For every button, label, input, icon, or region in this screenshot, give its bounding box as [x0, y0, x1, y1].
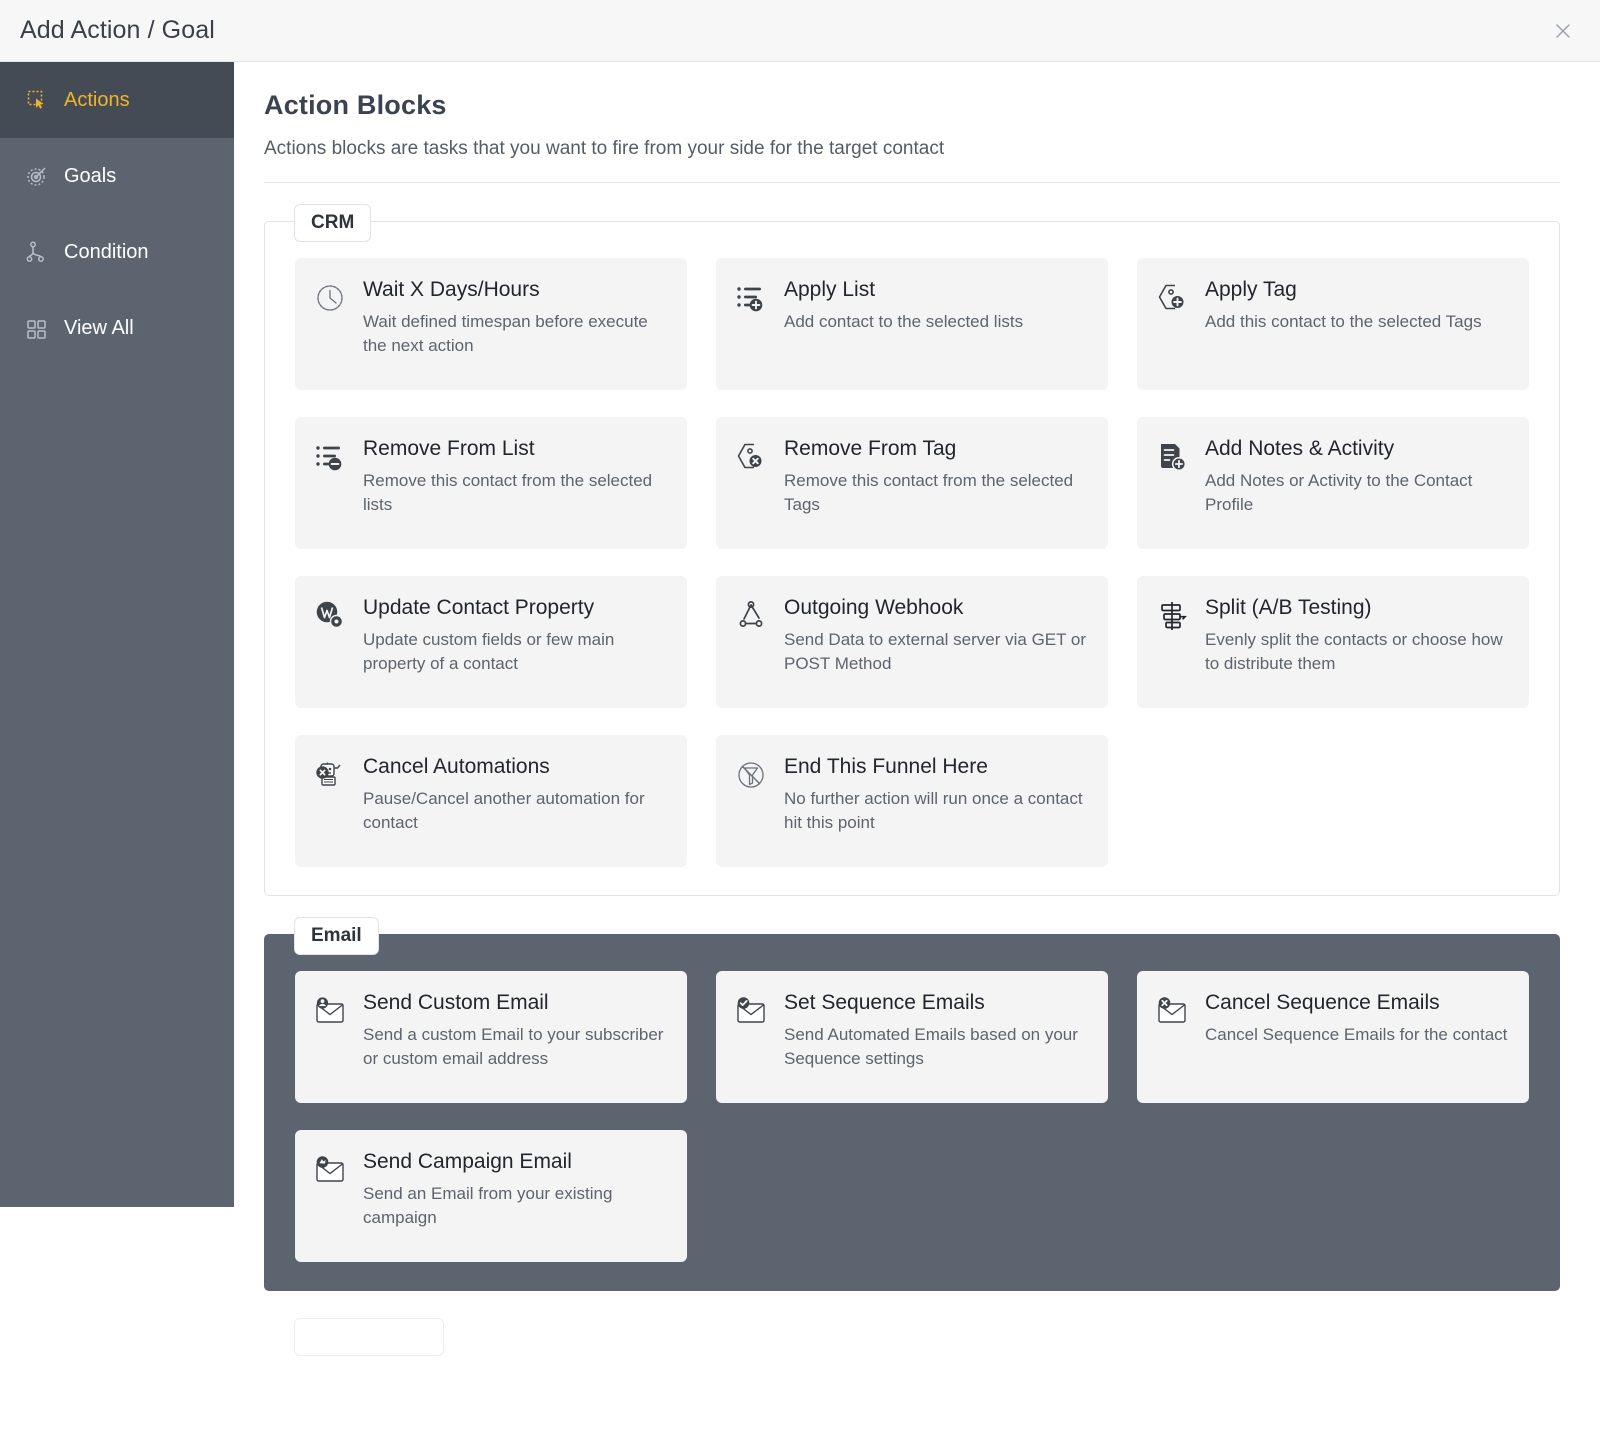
- content-area: Action Blocks Actions blocks are tasks t…: [234, 62, 1600, 1436]
- card-desc: Cancel Sequence Emails for the contact: [1205, 1023, 1511, 1048]
- branch-icon: [24, 239, 50, 265]
- action-card-apply-list[interactable]: Apply List Add contact to the selected l…: [716, 258, 1108, 390]
- card-desc: Add this contact to the selected Tags: [1205, 310, 1511, 335]
- group-crm: CRM Wait X Days/Hours Wait defined times…: [264, 221, 1560, 896]
- action-card-cancel-sequence-emails[interactable]: Cancel Sequence Emails Cancel Sequence E…: [1137, 971, 1529, 1103]
- envelope-cancel-icon: [1155, 991, 1189, 1081]
- card-desc: No further action will run once a contac…: [784, 787, 1090, 836]
- action-card-set-sequence-emails[interactable]: Set Sequence Emails Send Automated Email…: [716, 971, 1108, 1103]
- card-title: Cancel Automations: [363, 755, 669, 780]
- cancel-automation-icon: [313, 755, 347, 845]
- action-card-end-this-funnel-here[interactable]: End This Funnel Here No further action w…: [716, 735, 1108, 867]
- page-title: Add Action / Goal: [20, 16, 215, 45]
- contact-property-icon: [313, 596, 347, 686]
- modal-header: Add Action / Goal: [0, 0, 1600, 62]
- card-desc: Update custom fields or few main propert…: [363, 628, 669, 677]
- close-icon[interactable]: [1548, 16, 1578, 46]
- card-title: Outgoing Webhook: [784, 596, 1090, 621]
- action-card-remove-from-list[interactable]: Remove From List Remove this contact fro…: [295, 417, 687, 549]
- action-card-cancel-automations[interactable]: Cancel Automations Pause/Cancel another …: [295, 735, 687, 867]
- card-desc: Remove this contact from the selected li…: [363, 469, 669, 518]
- action-card-apply-tag[interactable]: Apply Tag Add this contact to the select…: [1137, 258, 1529, 390]
- card-desc: Add Notes or Activity to the Contact Pro…: [1205, 469, 1511, 518]
- card-desc: Add contact to the selected lists: [784, 310, 1090, 335]
- sidebar-item-label: View All: [64, 318, 134, 338]
- sidebar: Actions Goals Condition View All: [0, 62, 234, 1207]
- group-email: Email Send Custom Email Send a custom Em…: [264, 934, 1560, 1291]
- card-title: Remove From Tag: [784, 437, 1090, 462]
- tag-add-icon: [1155, 278, 1189, 368]
- card-desc: Send Automated Emails based on your Sequ…: [784, 1023, 1090, 1072]
- envelope-campaign-icon: [313, 1150, 347, 1240]
- grid-icon: [24, 315, 50, 341]
- card-desc: Send a custom Email to your subscriber o…: [363, 1023, 669, 1072]
- action-card-outgoing-webhook[interactable]: Outgoing Webhook Send Data to external s…: [716, 576, 1108, 708]
- card-title: Split (A/B Testing): [1205, 596, 1511, 621]
- webhook-icon: [734, 596, 768, 686]
- group-label-email: Email: [294, 917, 379, 955]
- section-subtitle: Actions blocks are tasks that you want t…: [264, 138, 1560, 160]
- card-desc: Send an Email from your existing campaig…: [363, 1182, 669, 1231]
- card-desc: Pause/Cancel another automation for cont…: [363, 787, 669, 836]
- card-desc: Remove this contact from the selected Ta…: [784, 469, 1090, 518]
- note-add-icon: [1155, 437, 1189, 527]
- action-card-send-custom-email[interactable]: Send Custom Email Send a custom Email to…: [295, 971, 687, 1103]
- card-title: Update Contact Property: [363, 596, 669, 621]
- card-title: Remove From List: [363, 437, 669, 462]
- action-card-wait-x-days-hours[interactable]: Wait X Days/Hours Wait defined timespan …: [295, 258, 687, 390]
- action-card-remove-from-tag[interactable]: Remove From Tag Remove this contact from…: [716, 417, 1108, 549]
- sidebar-item-label: Goals: [64, 166, 116, 186]
- sidebar-item-condition[interactable]: Condition: [0, 214, 234, 290]
- sidebar-item-goals[interactable]: Goals: [0, 138, 234, 214]
- sidebar-item-actions[interactable]: Actions: [0, 62, 234, 138]
- list-remove-icon: [313, 437, 347, 527]
- email-card-grid: Send Custom Email Send a custom Email to…: [295, 971, 1529, 1262]
- funnel-end-icon: [734, 755, 768, 845]
- sidebar-item-view-all[interactable]: View All: [0, 290, 234, 366]
- list-add-icon: [734, 278, 768, 368]
- cursor-square-icon: [24, 87, 50, 113]
- action-card-update-contact-property[interactable]: Update Contact Property Update custom fi…: [295, 576, 687, 708]
- target-icon: [24, 163, 50, 189]
- action-card-add-notes-activity[interactable]: Add Notes & Activity Add Notes or Activi…: [1137, 417, 1529, 549]
- sidebar-item-label: Actions: [64, 90, 130, 110]
- envelope-check-icon: [734, 991, 768, 1081]
- sidebar-item-label: Condition: [64, 242, 149, 262]
- card-desc: Send Data to external server via GET or …: [784, 628, 1090, 677]
- modal-body: Actions Goals Condition View All: [0, 62, 1600, 1436]
- crm-card-grid: Wait X Days/Hours Wait defined timespan …: [295, 258, 1529, 867]
- card-title: Apply List: [784, 278, 1090, 303]
- card-title: Send Campaign Email: [363, 1150, 669, 1175]
- section-title: Action Blocks: [264, 90, 1560, 121]
- card-title: Cancel Sequence Emails: [1205, 991, 1511, 1016]
- add-action-goal-modal: Add Action / Goal Actions Goals: [0, 0, 1600, 1436]
- group-label-crm: CRM: [294, 204, 371, 242]
- envelope-user-icon: [313, 991, 347, 1081]
- card-desc: Wait defined timespan before execute the…: [363, 310, 669, 359]
- clock-icon: [313, 278, 347, 368]
- action-card-split-ab-testing[interactable]: Split (A/B Testing) Evenly split the con…: [1137, 576, 1529, 708]
- card-title: Apply Tag: [1205, 278, 1511, 303]
- divider: [264, 182, 1560, 183]
- card-title: End This Funnel Here: [784, 755, 1090, 780]
- group-label-partial: [294, 1318, 444, 1356]
- card-title: Wait X Days/Hours: [363, 278, 669, 303]
- split-icon: [1155, 596, 1189, 686]
- card-title: Add Notes & Activity: [1205, 437, 1511, 462]
- card-title: Send Custom Email: [363, 991, 669, 1016]
- card-title: Set Sequence Emails: [784, 991, 1090, 1016]
- tag-remove-icon: [734, 437, 768, 527]
- action-card-send-campaign-email[interactable]: Send Campaign Email Send an Email from y…: [295, 1130, 687, 1262]
- card-desc: Evenly split the contacts or choose how …: [1205, 628, 1511, 677]
